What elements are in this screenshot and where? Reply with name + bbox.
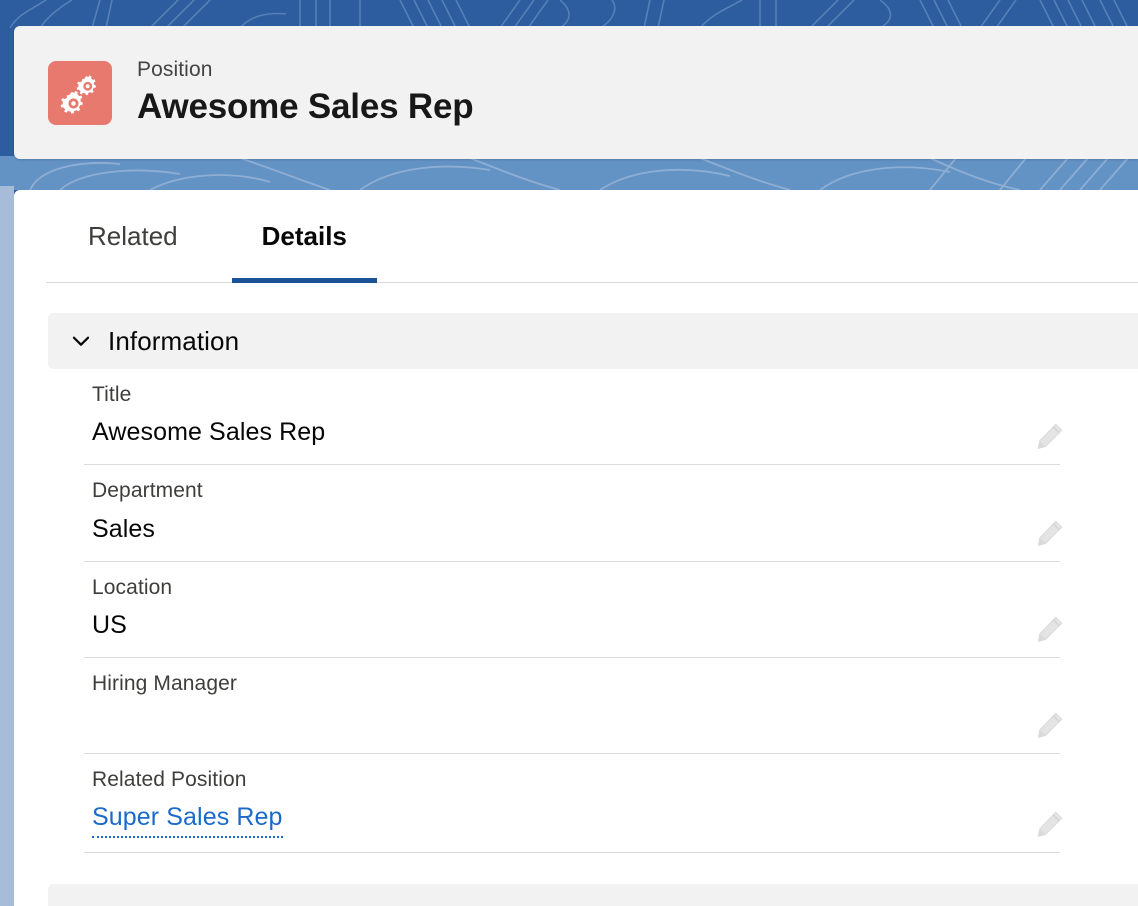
field-value: US: [92, 611, 127, 640]
section-title: Information: [108, 325, 240, 356]
field-row-location: Location US: [84, 562, 1063, 659]
field-label: Title: [92, 383, 132, 406]
pencil-icon[interactable]: [1034, 808, 1066, 840]
pencil-icon[interactable]: [1034, 613, 1066, 645]
field-value: Awesome Sales Rep: [92, 418, 326, 447]
chevron-down-icon: [72, 336, 90, 346]
section-header-information[interactable]: Information: [48, 313, 1138, 369]
pencil-icon[interactable]: [1034, 709, 1066, 741]
field-label: Location: [92, 575, 173, 599]
related-position-link[interactable]: Super Sales Rep: [92, 800, 283, 839]
backdrop-left-rail: [0, 186, 14, 906]
field-row-hiring-manager: Hiring Manager: [84, 658, 1063, 755]
page-title: Awesome Sales Rep: [137, 86, 474, 126]
field-list: Title Awesome Sales Rep Department Sales: [84, 369, 1063, 854]
tab-related[interactable]: Related: [46, 190, 220, 283]
field-label: Hiring Manager: [92, 672, 237, 696]
pencil-icon[interactable]: [1034, 517, 1066, 549]
field-value: [92, 704, 1060, 738]
field-label: Department: [92, 479, 203, 503]
record-detail-card: Related Details Information Title Awesom…: [14, 190, 1138, 906]
field-value: Sales: [92, 514, 156, 543]
field-row-related-position: Related Position Super Sales Rep: [84, 754, 1063, 854]
record-page: Position Awesome Sales Rep Related Detai…: [0, 0, 1138, 906]
backdrop-gap: [0, 156, 1138, 190]
field-label: Related Position: [92, 768, 247, 792]
tabset: Related Details: [14, 190, 1138, 283]
record-object-label: Position: [137, 57, 213, 81]
tab-related-label: Related: [88, 221, 178, 251]
tab-details-label: Details: [261, 221, 347, 251]
tab-details[interactable]: Details: [220, 190, 389, 283]
field-row-title: Title Awesome Sales Rep: [84, 369, 1063, 466]
record-header: Position Awesome Sales Rep: [14, 26, 1138, 159]
cogs-icon: [48, 60, 112, 125]
pencil-icon[interactable]: [1034, 420, 1066, 452]
field-row-department: Department Sales: [84, 465, 1063, 562]
record-heading: Position Awesome Sales Rep: [137, 57, 474, 129]
backdrop-pattern-top: [9, 0, 1129, 28]
next-section-band[interactable]: [48, 884, 1138, 906]
